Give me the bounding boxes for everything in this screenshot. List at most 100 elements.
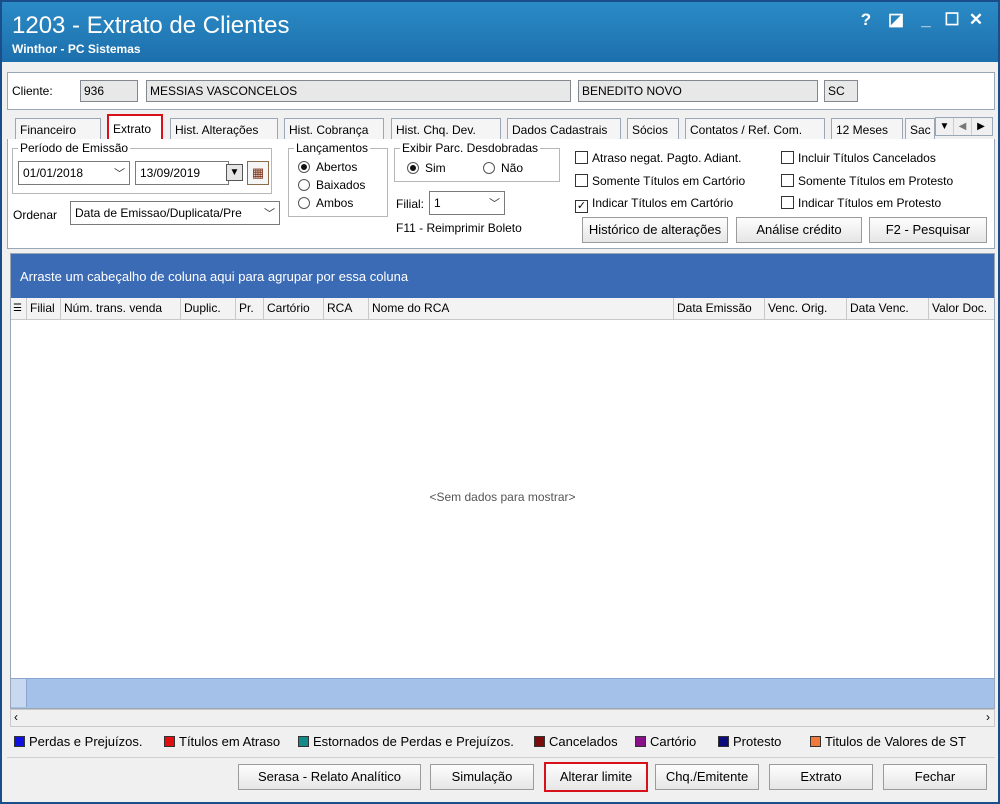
column-header[interactable]: Cartório [264, 298, 324, 320]
swatch-icon [164, 736, 175, 747]
alterar-limite-button[interactable]: Alterar limite [544, 762, 648, 792]
check-somente-cartorio[interactable]: Somente Títulos em Cartório [575, 174, 745, 188]
checkbox-box [781, 196, 794, 209]
column-header[interactable]: Venc. Orig. [765, 298, 847, 320]
close-icon[interactable]: ✕ [964, 10, 988, 30]
window-title: 1203 - Extrato de Clientes [12, 12, 290, 39]
check-indicar-cartorio[interactable]: ✓ Indicar Títulos em Cartório [575, 196, 733, 213]
column-header[interactable]: Pr. [236, 298, 264, 320]
date-from-picker[interactable]: 01/01/2018 ﹀ [18, 161, 130, 185]
legend-item: Títulos em Atraso [164, 734, 280, 749]
tab-sac[interactable]: Sac [905, 118, 935, 140]
tab-dropdown-icon[interactable]: ▼ [936, 118, 954, 135]
column-header[interactable]: Filial [27, 298, 61, 320]
title-bar: 1203 - Extrato de Clientes Winthor - PC … [2, 2, 998, 62]
tab-scroll-controls: ▼ ◀ ▶ [935, 117, 993, 136]
column-header[interactable]: Data Venc. [847, 298, 929, 320]
date-dropdown-button[interactable]: ▼ [226, 164, 243, 181]
legend-label: Títulos em Atraso [179, 734, 281, 749]
filial-value: 1 [434, 196, 441, 210]
date-to-value: 13/09/2019 [140, 166, 201, 180]
tab-scroll-left-icon[interactable]: ◀ [954, 118, 972, 135]
client-city-field[interactable]: BENEDITO NOVO [578, 80, 818, 102]
window-subtitle: Winthor - PC Sistemas [12, 42, 141, 56]
tab-hist-alteracoes[interactable]: Hist. Alterações [170, 118, 278, 140]
historico-alteracoes-button[interactable]: Histórico de alterações [582, 217, 728, 243]
column-header[interactable]: Nome do RCA [369, 298, 674, 320]
radio-nao[interactable]: Não [483, 161, 523, 175]
restore-layout-icon[interactable]: ◪ [884, 10, 908, 30]
radio-sim[interactable]: Sim [407, 161, 446, 175]
tab-socios[interactable]: Sócios [627, 118, 679, 140]
tab-scroll-right-icon[interactable]: ▶ [972, 118, 990, 135]
minimize-icon[interactable]: _ [914, 10, 938, 30]
radio-ambos[interactable]: Ambos [298, 196, 353, 210]
checkbox-box [781, 151, 794, 164]
client-state-field[interactable]: SC [824, 80, 858, 102]
ordenar-label: Ordenar [13, 208, 58, 222]
serasa-relato-button[interactable]: Serasa - Relato Analítico [238, 764, 421, 790]
check-atraso-negat[interactable]: Atraso negat. Pagto. Adiant. [575, 151, 741, 165]
filial-select[interactable]: 1 ﹀ [429, 191, 505, 215]
periodo-label: Período de Emissão [18, 141, 131, 155]
check-indicar-protesto[interactable]: Indicar Títulos em Protesto [781, 196, 941, 210]
date-to-picker[interactable]: 13/09/2019 [135, 161, 229, 185]
maximize-icon[interactable]: ☐ [940, 10, 964, 30]
swatch-icon [718, 736, 729, 747]
radio-baixados[interactable]: Baixados [298, 178, 365, 192]
column-header[interactable]: Valor Doc. [929, 298, 994, 320]
tab-12-meses[interactable]: 12 Meses [831, 118, 903, 140]
chevron-down-icon: ﹀ [489, 198, 500, 210]
tab-hist-chq-dev[interactable]: Hist. Chq. Dev. [391, 118, 501, 140]
tab-extrato[interactable]: Extrato [107, 114, 163, 141]
periodo-group: Período de Emissão 01/01/2018 ﹀ 13/09/20… [12, 141, 272, 194]
tab-contatos[interactable]: Contatos / Ref. Com. [685, 118, 825, 140]
footer-indicator [11, 679, 27, 707]
column-chooser-icon[interactable]: ☰ [11, 298, 27, 320]
group-by-panel[interactable]: Arraste um cabeçalho de coluna aqui para… [11, 254, 994, 298]
legend-label: Perdas e Prejuízos. [29, 734, 143, 749]
simulacao-button[interactable]: Simulação [430, 764, 534, 790]
calendar-icon[interactable]: ▦ [247, 161, 269, 185]
chevron-down-icon: ﹀ [114, 168, 125, 180]
tab-financeiro[interactable]: Financeiro [15, 118, 101, 140]
extrato-button[interactable]: Extrato [769, 764, 873, 790]
analise-credito-button[interactable]: Análise crédito [736, 217, 862, 243]
swatch-icon [14, 736, 25, 747]
checkbox-box [575, 151, 588, 164]
reimprimir-boleto-hint: F11 - Reimprimir Boleto [396, 221, 522, 235]
column-header[interactable]: Data Emissão [674, 298, 765, 320]
column-header[interactable]: Núm. trans. venda [61, 298, 181, 320]
legend-label: Cartório [650, 734, 697, 749]
ordenar-value: Data de Emissao/Duplicata/Pre [75, 206, 242, 220]
lancamentos-group: Lançamentos Abertos Baixados Ambos [288, 141, 388, 217]
chq-emitente-button[interactable]: Chq./Emitente [655, 764, 759, 790]
radio-baixados-label: Baixados [316, 178, 366, 192]
scroll-left-icon[interactable]: ‹ [14, 710, 18, 724]
chevron-down-icon: ﹀ [261, 203, 275, 224]
client-code-field[interactable]: 936 [80, 80, 138, 102]
radio-dot [298, 197, 310, 209]
horizontal-scrollbar[interactable]: ‹ › [10, 709, 995, 727]
radio-dot [407, 162, 419, 174]
pesquisar-button[interactable]: F2 - Pesquisar [869, 217, 987, 243]
lancamentos-label: Lançamentos [294, 141, 371, 155]
tab-hist-cobranca[interactable]: Hist. Cobrança [284, 118, 384, 140]
check-incluir-cancelados[interactable]: Incluir Títulos Cancelados [781, 151, 936, 165]
scroll-right-icon[interactable]: › [986, 710, 990, 724]
column-header[interactable]: Duplic. [181, 298, 236, 320]
client-name-field[interactable]: MESSIAS VASCONCELOS [146, 80, 571, 102]
fechar-button[interactable]: Fechar [883, 764, 987, 790]
column-header[interactable]: RCA [324, 298, 369, 320]
tab-dados-cadastrais[interactable]: Dados Cadastrais [507, 118, 621, 140]
radio-abertos[interactable]: Abertos [298, 160, 357, 174]
checkbox-box [781, 174, 794, 187]
swatch-icon [810, 736, 821, 747]
swatch-icon [635, 736, 646, 747]
grid-header-row: ☰ Filial Núm. trans. venda Duplic. Pr. C… [11, 298, 994, 320]
legend-item: Titulos de Valores de ST [810, 734, 966, 749]
check-somente-protesto[interactable]: Somente Títulos em Protesto [781, 174, 953, 188]
ordenar-select[interactable]: Data de Emissao/Duplicata/Pre ﹀ [70, 201, 280, 225]
swatch-icon [534, 736, 545, 747]
help-icon[interactable]: ? [854, 10, 878, 30]
